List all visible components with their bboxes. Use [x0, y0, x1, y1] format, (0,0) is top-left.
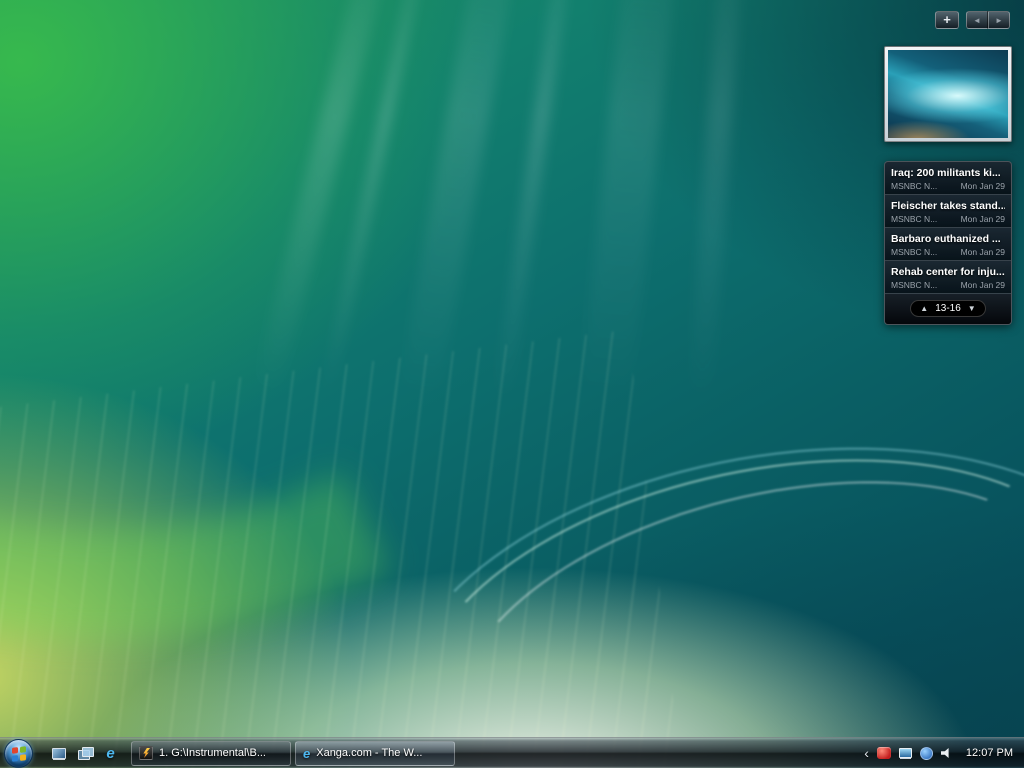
- gadgets-prev-button[interactable]: ◄: [966, 11, 988, 29]
- feed-headlines-gadget: Iraq: 200 militants ki... MSNBC N... Mon…: [884, 161, 1012, 325]
- feed-page-up-button[interactable]: ▲: [920, 304, 928, 313]
- feed-item-title: Iraq: 200 militants ki...: [891, 167, 1001, 179]
- feed-item-meta: MSNBC N... Mon Jan 29: [891, 181, 1005, 191]
- feed-item-date: Mon Jan 29: [960, 181, 1005, 191]
- feed-item-meta: MSNBC N... Mon Jan 29: [891, 247, 1005, 257]
- ati-tray-icon[interactable]: [876, 747, 891, 759]
- feed-page-range: 13-16: [935, 303, 961, 314]
- switch-windows-icon[interactable]: [76, 745, 94, 762]
- internet-explorer-quicklaunch-icon[interactable]: e: [102, 745, 119, 762]
- feed-item-source: MSNBC N...: [891, 247, 938, 257]
- quick-launch-bar: e: [50, 745, 119, 762]
- feed-item[interactable]: Iraq: 200 militants ki... MSNBC N... Mon…: [885, 162, 1011, 195]
- feed-item-date: Mon Jan 29: [960, 280, 1005, 290]
- taskbar-clock[interactable]: 12:07 PM: [966, 747, 1013, 759]
- desktop[interactable]: + ◄ ► Iraq: 200 militants ki... MSNBC N.…: [0, 0, 1024, 768]
- feed-item-date: Mon Jan 29: [960, 214, 1005, 224]
- feed-item-meta: MSNBC N... Mon Jan 29: [891, 280, 1005, 290]
- feed-item-meta: MSNBC N... Mon Jan 29: [891, 214, 1005, 224]
- gadgets-next-button[interactable]: ►: [988, 11, 1010, 29]
- feed-item-source: MSNBC N...: [891, 181, 938, 191]
- feed-item-source: MSNBC N...: [891, 214, 938, 224]
- feed-page-down-button[interactable]: ▼: [968, 304, 976, 313]
- system-tray: ‹ 12:07 PM: [864, 746, 1024, 760]
- feed-pager-pill: ▲ 13-16 ▼: [910, 300, 986, 317]
- task-buttons: 1. G:\Instrumental\B... e Xanga.com - Th…: [127, 740, 455, 766]
- slideshow-gadget[interactable]: [884, 46, 1012, 142]
- feed-item[interactable]: Barbaro euthanized ... MSNBC N... Mon Ja…: [885, 228, 1011, 261]
- feed-item-date: Mon Jan 29: [960, 247, 1005, 257]
- winamp-icon: [139, 746, 153, 760]
- app-tray-icon[interactable]: [919, 746, 933, 760]
- show-desktop-icon[interactable]: [50, 745, 67, 762]
- taskbar: e 1. G:\Instrumental\B... e Xanga.com - …: [0, 737, 1024, 768]
- slideshow-photo: [888, 50, 1008, 138]
- feed-item[interactable]: Fleischer takes stand... MSNBC N... Mon …: [885, 195, 1011, 228]
- gadget-page-nav: ◄ ►: [966, 11, 1010, 29]
- tray-expand-chevron-icon[interactable]: ‹: [864, 746, 869, 760]
- feed-pager: ▲ 13-16 ▼: [885, 294, 1011, 324]
- taskbar-button-winamp[interactable]: 1. G:\Instrumental\B...: [131, 740, 291, 766]
- add-gadget-button[interactable]: +: [935, 11, 959, 29]
- internet-explorer-icon: e: [303, 745, 311, 761]
- taskbar-button-label: 1. G:\Instrumental\B...: [159, 747, 266, 759]
- feed-item[interactable]: Rehab center for inju... MSNBC N... Mon …: [885, 261, 1011, 294]
- feed-item-title: Rehab center for inju...: [891, 266, 1005, 278]
- volume-tray-icon[interactable]: [940, 747, 949, 759]
- taskbar-button-xanga[interactable]: e Xanga.com - The W...: [295, 740, 455, 766]
- feed-item-title: Fleischer takes stand...: [891, 200, 1005, 212]
- feed-item-title: Barbaro euthanized ...: [891, 233, 1001, 245]
- feed-item-source: MSNBC N...: [891, 280, 938, 290]
- windows-flag-icon: [12, 745, 26, 762]
- start-button[interactable]: [4, 738, 33, 768]
- taskbar-button-label: Xanga.com - The W...: [316, 747, 423, 759]
- sidebar-gadget-controls: + ◄ ►: [935, 11, 1010, 29]
- network-tray-icon[interactable]: [898, 748, 912, 758]
